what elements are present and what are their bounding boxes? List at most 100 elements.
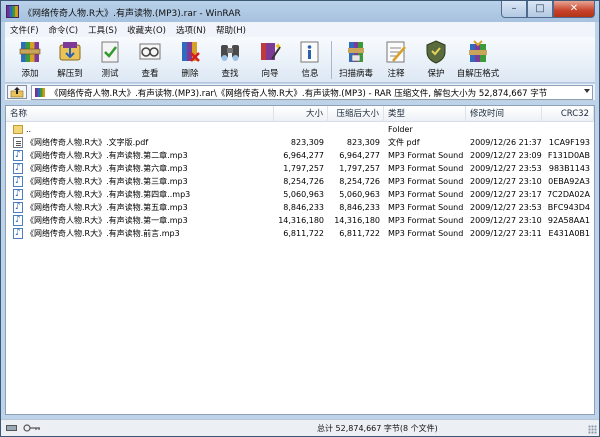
file-rows: .. Folder 《网络传奇人物.R大》.文字版.pdf 823,309 82… (6, 123, 594, 240)
comment-label: 注释 (387, 69, 405, 79)
file-packed: 6,811,722 (339, 229, 380, 238)
status-summary: 总计 52,874,667 字节(8 个文件) (317, 424, 438, 433)
column-packed[interactable]: 压缩后大小 (328, 106, 384, 122)
file-name: 《网络传奇人物.R大》.有声读物.前言.mp3 (26, 229, 180, 238)
find-button[interactable]: 查找 (211, 39, 249, 81)
add-label: 添加 (21, 69, 39, 79)
file-modified: 2009/12/27 23:17 (470, 190, 542, 199)
file-modified: 2009/12/27 23:10 (470, 177, 542, 186)
up-arrow-icon (10, 87, 24, 98)
test-button[interactable]: 测试 (91, 39, 129, 81)
table-row[interactable]: 《网络传奇人物.R大》.有声读物.第二章.mp3 6,964,277 6,964… (6, 149, 594, 162)
sfx-icon (469, 40, 487, 62)
extract-to-icon (59, 42, 81, 61)
table-row[interactable]: 《网络传奇人物.R大》.有声读物.第四章..mp3 5,060,963 5,06… (6, 188, 594, 201)
file-size: 6,811,722 (283, 229, 324, 238)
extract-to-button[interactable]: 解压到 (51, 39, 89, 81)
file-crc: 92A58AA1 (547, 216, 590, 225)
file-packed: 5,060,963 (339, 190, 380, 199)
toolbar-separator (331, 41, 332, 79)
close-button[interactable]: ✕ (553, 1, 595, 18)
file-modified: 2009/12/27 23:53 (470, 203, 542, 212)
mp3-file-icon (13, 201, 23, 214)
protect-icon (426, 40, 446, 64)
winrar-app-icon[interactable] (6, 5, 19, 18)
title-bar[interactable]: 《网络传奇人物.R大》.有声读物.(MP3).rar - WinRAR – □ … (1, 1, 599, 22)
path-dropdown-icon[interactable] (584, 89, 590, 93)
file-packed: 14,316,180 (334, 216, 380, 225)
table-row[interactable]: 《网络传奇人物.R大》.文字版.pdf 823,309 823,309 文件 p… (6, 136, 594, 149)
info-button[interactable]: 信息 (291, 39, 329, 81)
view-button[interactable]: 查看 (131, 39, 169, 81)
column-crc[interactable]: CRC32 (542, 106, 594, 122)
file-name: 《网络传奇人物.R大》.有声读物.第一章.mp3 (26, 216, 188, 225)
menu-options[interactable]: 选项(N) (171, 24, 211, 36)
menu-bar: 文件(F) 命令(C) 工具(S) 收藏夹(O) 选项(N) 帮助(H) (5, 22, 595, 37)
file-type: Folder (388, 125, 413, 134)
protect-button[interactable]: 保护 (417, 39, 455, 81)
pdf-file-icon (13, 137, 23, 148)
wizard-icon (261, 43, 281, 60)
file-type: MP3 Format Sound (388, 216, 464, 225)
file-name: 《网络传奇人物.R大》.有声读物.第三章.mp3 (26, 177, 188, 186)
comment-button[interactable]: 注释 (377, 39, 415, 81)
virus-scan-button[interactable]: 扫描病毒 (335, 39, 377, 81)
menu-favorites[interactable]: 收藏夹(O) (122, 24, 171, 36)
file-type: MP3 Format Sound (388, 164, 464, 173)
file-type: 文件 pdf (388, 138, 420, 147)
path-field[interactable]: 《网络传奇人物.R大》.有声读物.(MP3).rar\《网络传奇人物.R大》.有… (31, 85, 593, 100)
resize-grip[interactable] (588, 425, 597, 434)
file-size: 8,254,726 (283, 177, 324, 186)
table-row[interactable]: 《网络传奇人物.R大》.有声读物.第五章.mp3 8,846,233 8,846… (6, 201, 594, 214)
window-controls: – □ ✕ (501, 1, 595, 19)
menu-file[interactable]: 文件(F) (5, 24, 44, 36)
table-row[interactable]: .. Folder (6, 123, 594, 136)
drive-key-icon (6, 424, 40, 432)
wizard-button[interactable]: 向导 (251, 39, 289, 81)
file-crc: 983B1143 (548, 164, 590, 173)
column-modified[interactable]: 修改时间 (466, 106, 542, 122)
protect-label: 保护 (427, 69, 445, 79)
table-row[interactable]: 《网络传奇人物.R大》.有声读物.前言.mp3 6,811,722 6,811,… (6, 227, 594, 240)
file-crc: 7C2DA02A (547, 190, 590, 199)
maximize-button[interactable]: □ (527, 1, 553, 18)
file-type: MP3 Format Sound (388, 203, 464, 212)
file-crc: 1CA9F193 (548, 138, 590, 147)
file-packed: 8,846,233 (339, 203, 380, 212)
column-type[interactable]: 类型 (384, 106, 466, 122)
file-name: 《网络传奇人物.R大》.有声读物.第二章.mp3 (26, 151, 188, 160)
find-label: 查找 (221, 69, 239, 79)
menu-tools[interactable]: 工具(S) (83, 24, 122, 36)
table-row[interactable]: 《网络传奇人物.R大》.有声读物.第一章.mp3 14,316,180 14,3… (6, 214, 594, 227)
column-size[interactable]: 大小 (274, 106, 328, 122)
delete-button[interactable]: 删除 (171, 39, 209, 81)
minimize-button[interactable]: – (501, 1, 527, 18)
file-name: 《网络传奇人物.R大》.有声读物.第五章.mp3 (26, 203, 188, 212)
path-text: 《网络传奇人物.R大》.有声读物.(MP3).rar\《网络传奇人物.R大》.有… (50, 89, 548, 99)
info-icon (300, 41, 319, 63)
file-modified: 2009/12/27 23:09 (470, 151, 542, 160)
file-crc: BFC943D4 (547, 203, 590, 212)
file-name: 《网络传奇人物.R大》.文字版.pdf (26, 138, 149, 147)
extract-to-label: 解压到 (57, 69, 83, 79)
toolbar: 添加 解压到 测试 查看 删除 查找 向导 信息 扫描病毒 注释 保护 自解压格… (5, 37, 595, 83)
file-modified: 2009/12/27 23:11 (470, 229, 542, 238)
file-type: MP3 Format Sound (388, 229, 464, 238)
add-button[interactable]: 添加 (11, 39, 49, 81)
column-name[interactable]: 名称 (6, 106, 274, 122)
up-folder-button[interactable] (7, 85, 27, 99)
view-icon (139, 43, 161, 60)
file-modified: 2009/12/27 23:53 (470, 164, 542, 173)
file-modified: 2009/12/27 23:10 (470, 216, 542, 225)
mp3-file-icon (13, 214, 23, 227)
wizard-label: 向导 (261, 69, 279, 79)
menu-command[interactable]: 命令(C) (44, 24, 84, 36)
delete-label: 删除 (181, 69, 199, 79)
sfx-button[interactable]: 自解压格式 (453, 39, 503, 81)
file-name: 《网络传奇人物.R大》.有声读物.第四章..mp3 (26, 190, 191, 199)
table-row[interactable]: 《网络传奇人物.R大》.有声读物.第六章.mp3 1,797,257 1,797… (6, 162, 594, 175)
table-row[interactable]: 《网络传奇人物.R大》.有声读物.第三章.mp3 8,254,726 8,254… (6, 175, 594, 188)
test-icon (101, 41, 119, 63)
menu-help[interactable]: 帮助(H) (211, 24, 251, 36)
window-title: 《网络传奇人物.R大》.有声读物.(MP3).rar - WinRAR (23, 9, 241, 19)
